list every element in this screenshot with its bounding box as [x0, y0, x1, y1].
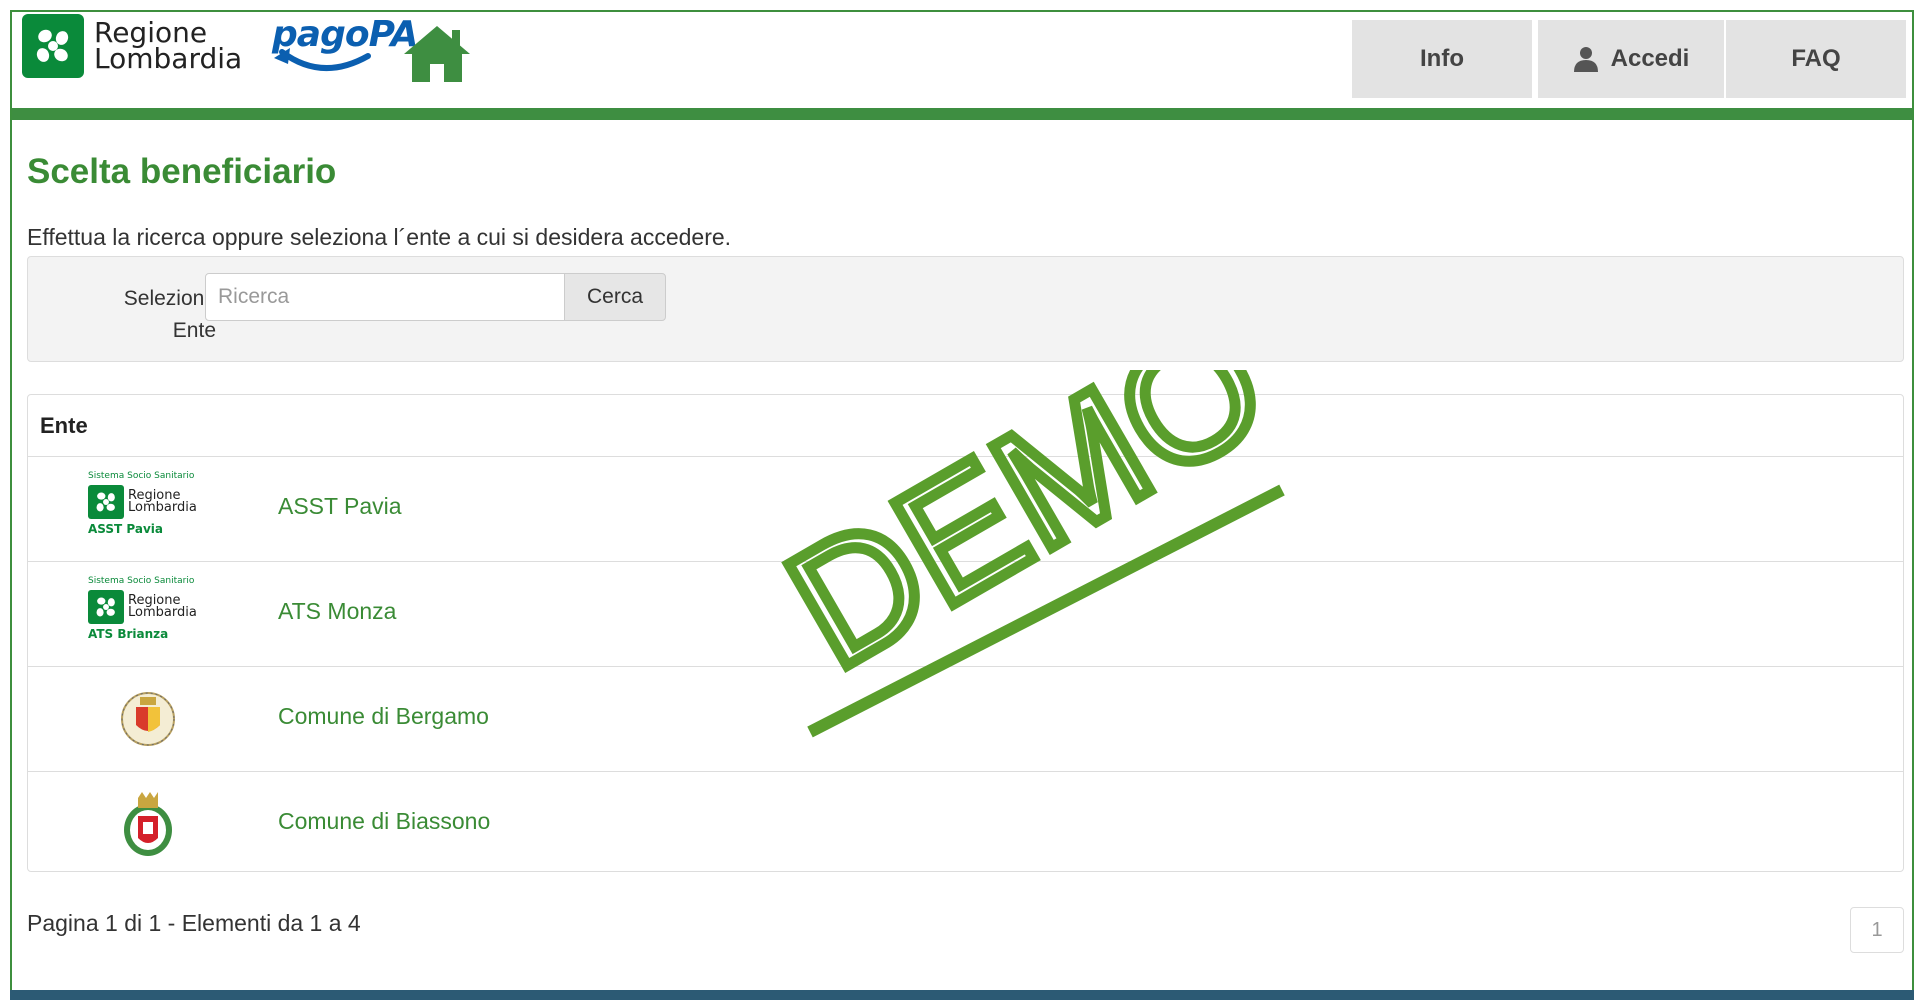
- ats-brianza-logo: Sistema Socio Sanitario Regione Lombardi…: [88, 576, 208, 654]
- regione-lombardia-logo[interactable]: Regione Lombardia: [22, 14, 242, 78]
- header-divider: [12, 108, 1912, 120]
- asst-pavia-logo: Sistema Socio Sanitario Regione Lombardi…: [88, 471, 208, 549]
- mini-wordmark: Regione Lombardia: [128, 489, 197, 515]
- regione-lombardia-wordmark: Regione Lombardia: [94, 19, 243, 75]
- info-button-label: Info: [1420, 45, 1464, 72]
- pagination-page-button[interactable]: 1: [1850, 907, 1904, 953]
- search-label-line1: Selezione: [123, 287, 216, 310]
- logo-entity-name: ATS Brianza: [88, 627, 169, 641]
- ente-link-comune-bergamo[interactable]: Comune di Bergamo: [278, 703, 489, 730]
- bergamo-crest-icon: [88, 681, 208, 759]
- ente-link-asst-pavia[interactable]: ASST Pavia: [278, 493, 402, 520]
- search-label-line2: Ente: [172, 319, 216, 342]
- search-panel: Selezione Ente Cerca: [27, 256, 1904, 362]
- user-icon: [1573, 46, 1599, 72]
- ente-link-ats-monza[interactable]: ATS Monza: [278, 598, 396, 625]
- pagopa-arrow-icon: [274, 48, 371, 71]
- page-intro: Effettua la ricerca oppure seleziona l´e…: [27, 224, 732, 250]
- logo-entity-name: ASST Pavia: [88, 522, 163, 536]
- logo-caption: Sistema Socio Sanitario: [88, 471, 195, 481]
- regione-lombardia-mark-icon: [88, 590, 124, 624]
- accedi-button[interactable]: Accedi: [1538, 20, 1724, 98]
- table-row[interactable]: Sistema Socio Sanitario Regione Lombardi…: [28, 562, 1903, 667]
- search-input[interactable]: [205, 273, 565, 321]
- mini-line2: Lombardia: [128, 605, 197, 620]
- regione-lombardia-mark-icon: [88, 485, 124, 519]
- info-button[interactable]: Info: [1352, 20, 1532, 98]
- table-row[interactable]: Comune di Bergamo: [28, 667, 1903, 772]
- regione-lombardia-mark-icon: [22, 14, 84, 78]
- table-row[interactable]: Comune di Biassono: [28, 772, 1903, 877]
- accedi-button-label: Accedi: [1610, 45, 1690, 72]
- home-icon[interactable]: [402, 24, 472, 89]
- logo-line2: Lombardia: [94, 42, 243, 75]
- mini-wordmark: Regione Lombardia: [128, 594, 197, 620]
- search-label: Selezione Ente: [88, 283, 216, 347]
- footer-bar: [10, 990, 1914, 1000]
- page-title: Scelta beneficiario: [27, 152, 337, 191]
- pagopa-logo[interactable]: pagoPA: [272, 14, 419, 71]
- faq-button[interactable]: FAQ: [1726, 20, 1906, 98]
- search-button[interactable]: Cerca: [564, 273, 666, 321]
- faq-button-label: FAQ: [1791, 45, 1841, 72]
- table-header-ente: Ente: [40, 413, 88, 438]
- ente-link-comune-biassono[interactable]: Comune di Biassono: [278, 808, 490, 835]
- pagination-summary: Pagina 1 di 1 - Elementi da 1 a 4: [27, 910, 361, 936]
- biassono-crest-icon: [88, 786, 208, 864]
- ente-table: Ente Sistema Socio Sanitario Regione Lom…: [27, 394, 1904, 872]
- logo-caption: Sistema Socio Sanitario: [88, 576, 195, 586]
- table-header: Ente: [28, 395, 1903, 457]
- table-row[interactable]: Sistema Socio Sanitario Regione Lombardi…: [28, 457, 1903, 562]
- mini-line2: Lombardia: [128, 500, 197, 515]
